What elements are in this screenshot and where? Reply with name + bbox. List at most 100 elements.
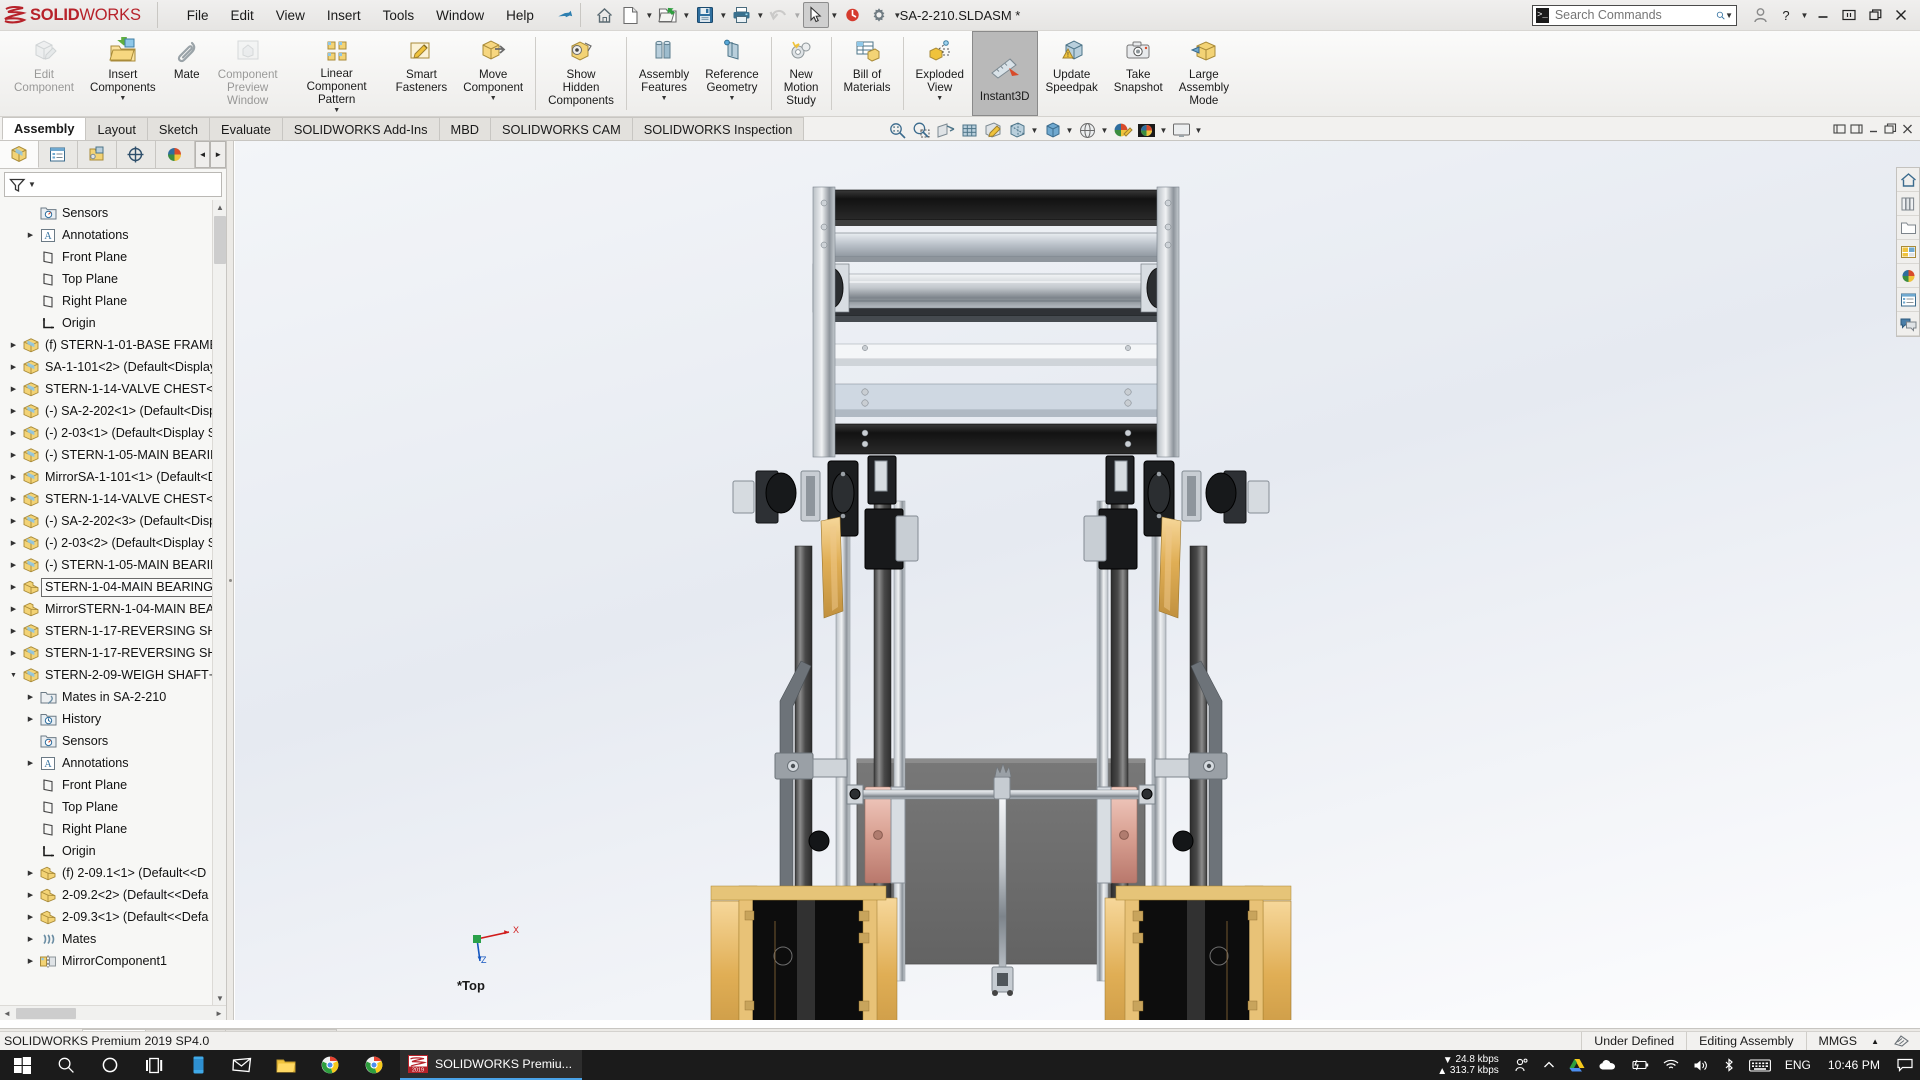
panel-tabs-next-button[interactable]: ► xyxy=(210,141,226,168)
menu-file[interactable]: File xyxy=(176,4,220,27)
chrome-icon-2[interactable] xyxy=(352,1050,396,1080)
appearances-caret-icon[interactable]: ▼ xyxy=(1158,126,1169,135)
exploded-view-button[interactable]: Exploded View ▼ xyxy=(908,31,972,116)
print-icon[interactable] xyxy=(729,2,755,28)
filter-caret-icon[interactable]: ▼ xyxy=(28,180,36,189)
tree-node[interactable]: Top Plane xyxy=(0,796,226,818)
search-commands-box[interactable]: >_ ▼ xyxy=(1532,4,1737,26)
tree-node[interactable]: ▶ MirrorSA-1-101<1> (Default<D xyxy=(0,466,226,488)
tree-node[interactable]: Sensors xyxy=(0,730,226,752)
search-input[interactable] xyxy=(1548,8,1716,22)
tab-layout[interactable]: Layout xyxy=(85,117,148,140)
restore-down-icon[interactable] xyxy=(1831,119,1848,139)
tree-node[interactable]: ▶ 2-09.2<2> (Default<<Defa xyxy=(0,884,226,906)
people-icon[interactable] xyxy=(1507,1050,1536,1080)
save-icon[interactable] xyxy=(692,2,718,28)
tree-expand-collapsed-icon[interactable]: ▶ xyxy=(23,891,38,899)
tree-node[interactable]: ▶ STERN-1-04-MAIN BEARING<1 xyxy=(0,576,226,598)
menu-help[interactable]: Help xyxy=(495,4,545,27)
home-icon[interactable] xyxy=(592,2,618,28)
take-snapshot-button[interactable]: Take Snapshot xyxy=(1106,31,1171,116)
tree-node[interactable]: ▶ 2-09.3<1> (Default<<Defa xyxy=(0,906,226,928)
status-overlay-icon[interactable] xyxy=(1891,1034,1920,1048)
tree-node[interactable]: ▶ Mates xyxy=(0,928,226,950)
rebuild-icon[interactable] xyxy=(840,2,866,28)
tree-expand-collapsed-icon[interactable]: ▶ xyxy=(23,935,38,943)
tree-node[interactable]: ▶ (-) STERN-1-05-MAIN BEARING xyxy=(0,554,226,576)
edit-appearance-caret-icon[interactable]: ▼ xyxy=(1064,126,1075,135)
view-palette-home-icon[interactable] xyxy=(1897,168,1919,192)
hide-show-items-icon[interactable] xyxy=(1005,119,1029,141)
tree-node[interactable]: ▶ STERN-1-17-REVERSING SHAFT xyxy=(0,620,226,642)
task-view-icon[interactable] xyxy=(132,1050,176,1080)
apply-scene-icon[interactable] xyxy=(1075,119,1099,141)
tree-expand-collapsed-icon[interactable]: ▶ xyxy=(6,517,21,525)
tree-expand-collapsed-icon[interactable]: ▶ xyxy=(6,341,21,349)
tree-expand-collapsed-icon[interactable]: ▶ xyxy=(6,473,21,481)
move-component-button[interactable]: Move Component ▼ xyxy=(455,31,531,116)
status-units-caret-icon[interactable]: ▲ xyxy=(1869,1037,1891,1046)
new-document-caret-icon[interactable]: ▼ xyxy=(644,11,655,20)
tree-node[interactable]: ▶ (-) 2-03<1> (Default<Display S xyxy=(0,422,226,444)
tree-expand-collapsed-icon[interactable]: ▶ xyxy=(6,429,21,437)
edit-appearance-icon[interactable] xyxy=(1040,119,1064,141)
large-assembly-mode-button[interactable]: Large Assembly Mode xyxy=(1171,31,1237,116)
help-button[interactable]: ? xyxy=(1773,2,1799,28)
tree-node[interactable]: Right Plane xyxy=(0,818,226,840)
tree-node[interactable]: Top Plane xyxy=(0,268,226,290)
display-style-icon[interactable] xyxy=(981,119,1005,141)
bluetooth-icon[interactable] xyxy=(1716,1050,1742,1080)
file-explorer-taskbar-icon[interactable] xyxy=(264,1050,308,1080)
show-hidden-icons-icon[interactable] xyxy=(1536,1050,1562,1080)
tree-node[interactable]: ▶ Mates in SA-2-210 xyxy=(0,686,226,708)
menu-view[interactable]: View xyxy=(265,4,316,27)
user-account-icon[interactable] xyxy=(1747,2,1773,28)
linear-pattern-dropdown-icon[interactable]: ▼ xyxy=(333,107,340,115)
move-component-dropdown-icon[interactable]: ▼ xyxy=(490,95,497,103)
insert-components-dropdown-icon[interactable]: ▼ xyxy=(119,95,126,103)
minimize-window-button[interactable] xyxy=(1810,2,1836,28)
tab-assembly[interactable]: Assembly xyxy=(2,117,87,140)
new-motion-study-button[interactable]: New Motion Study xyxy=(776,31,827,116)
instant3d-button[interactable]: Instant3D xyxy=(971,31,1038,116)
google-drive-icon[interactable] xyxy=(1562,1050,1592,1080)
tree-node[interactable]: ▶ (-) SA-2-202<1> (Default<Disp xyxy=(0,400,226,422)
tab-solidworks-cam[interactable]: SOLIDWORKS CAM xyxy=(489,117,633,140)
tree-expand-collapsed-icon[interactable]: ▶ xyxy=(6,561,21,569)
select-caret-icon[interactable]: ▼ xyxy=(829,11,840,20)
display-pane-caret-icon[interactable]: ▼ xyxy=(1193,126,1204,135)
tree-hscroll-thumb[interactable] xyxy=(16,1007,76,1019)
open-folder-icon[interactable] xyxy=(655,2,681,28)
tab-solidworks-inspection[interactable]: SOLIDWORKS Inspection xyxy=(631,117,805,140)
tree-expand-collapsed-icon[interactable]: ▶ xyxy=(6,649,21,657)
feature-tree[interactable]: Sensors ▶ A Annotations Front Plane Top Plane… xyxy=(0,200,226,1005)
tree-expand-collapsed-icon[interactable]: ▶ xyxy=(6,539,21,547)
tree-expand-collapsed-icon[interactable]: ▶ xyxy=(6,583,21,591)
select-cursor-icon[interactable] xyxy=(802,2,829,28)
chrome-icon[interactable] xyxy=(308,1050,352,1080)
appearances-icon[interactable] xyxy=(1134,119,1158,141)
design-library-icon[interactable] xyxy=(1897,192,1919,216)
apply-scene-caret-icon[interactable]: ▼ xyxy=(1099,126,1110,135)
tree-scroll-down-arrow[interactable]: ▼ xyxy=(213,991,226,1005)
tree-node[interactable]: Sensors xyxy=(0,202,226,224)
view-orientation-icon[interactable] xyxy=(957,119,981,141)
display-pane-icon[interactable] xyxy=(1169,119,1193,141)
status-units[interactable]: MMGS xyxy=(1805,1032,1870,1050)
tab-mbd[interactable]: MBD xyxy=(438,117,491,140)
menu-edit[interactable]: Edit xyxy=(220,4,265,27)
tree-node[interactable]: Right Plane xyxy=(0,290,226,312)
property-manager-tab[interactable] xyxy=(38,141,78,168)
tree-node[interactable]: ▶ (f) STERN-1-01-BASE FRAME<1 xyxy=(0,334,226,356)
tree-scroll-up-arrow[interactable]: ▲ xyxy=(213,200,226,214)
mail-icon[interactable] xyxy=(220,1050,264,1080)
search-caret-icon[interactable]: ▼ xyxy=(1725,11,1733,20)
tree-expand-collapsed-icon[interactable]: ▶ xyxy=(6,627,21,635)
close-doc-icon[interactable] xyxy=(1899,119,1916,139)
tree-node[interactable]: Front Plane xyxy=(0,246,226,268)
mate-button[interactable]: Mate xyxy=(164,31,210,116)
tree-node[interactable]: ▶ STERN-1-14-VALVE CHEST<1> xyxy=(0,378,226,400)
tab-sketch[interactable]: Sketch xyxy=(146,117,211,140)
dimxpert-manager-tab[interactable] xyxy=(116,141,156,168)
tree-node[interactable]: ▶ (-) SA-2-202<3> (Default<Disp xyxy=(0,510,226,532)
